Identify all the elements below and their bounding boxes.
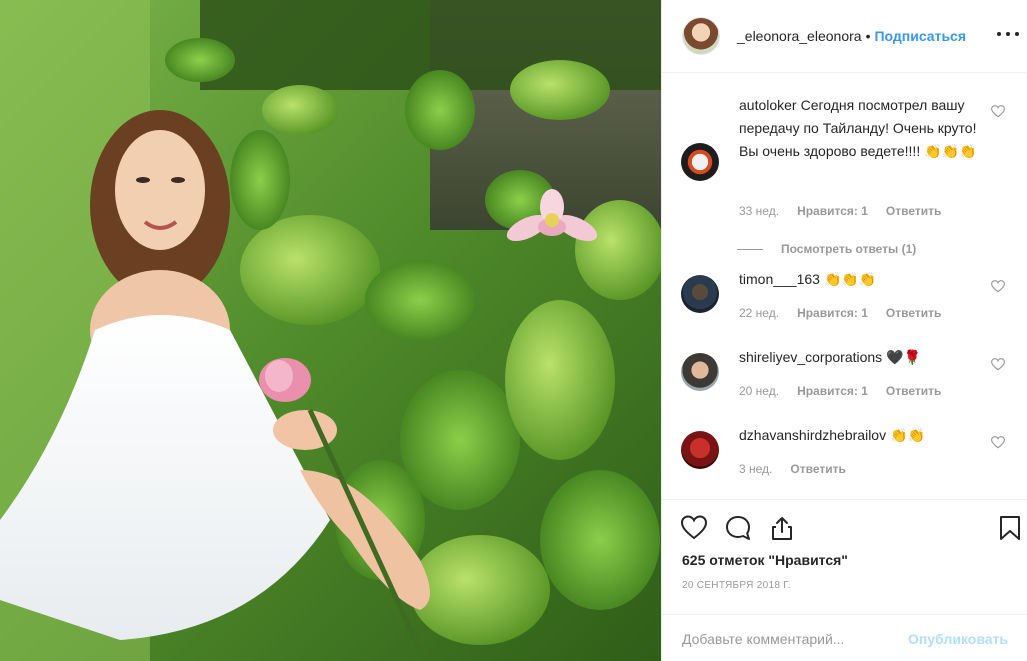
bookmark-icon[interactable] [996, 514, 1024, 542]
add-comment-bar: Опубликовать [662, 614, 1027, 661]
post-header: _eleonora_eleonora • Подписаться [662, 0, 1027, 73]
comments-list: autoloker Сегодня посмотрел вашу передачу… [662, 74, 1027, 499]
post-photo[interactable] [0, 0, 661, 661]
comment-likes-count[interactable]: Нравится: 1 [797, 384, 868, 398]
comment-text: 🖤🌹 [886, 349, 922, 365]
commenter-username[interactable]: timon___163 [739, 271, 820, 287]
follow-button[interactable]: Подписаться [874, 28, 966, 44]
reply-button[interactable]: Ответить [790, 462, 845, 476]
comment-like-heart-icon[interactable] [991, 358, 1005, 371]
comment-meta: 22 нед. Нравится: 1 Ответить [739, 306, 959, 320]
comment-age[interactable]: 20 нед. [739, 384, 779, 398]
comment-age[interactable]: 3 нед. [739, 462, 772, 476]
replies-divider [737, 248, 763, 250]
comment-age[interactable]: 33 нед. [739, 204, 779, 218]
comment-bubble-icon[interactable] [724, 514, 752, 542]
commenter-username[interactable]: autoloker [739, 97, 797, 113]
author-username[interactable]: _eleonora_eleonora [737, 28, 862, 44]
likes-count[interactable]: 625 отметок "Нравится" [682, 552, 848, 568]
post-panel: _eleonora_eleonora • Подписаться autolok… [661, 0, 1027, 661]
author-avatar[interactable] [682, 17, 720, 55]
comment-meta: 20 нед. Нравится: 1 Ответить [739, 384, 959, 398]
comment-input[interactable] [682, 630, 909, 647]
comment-likes-count[interactable]: Нравится: 1 [797, 306, 868, 320]
view-replies-label: Посмотреть ответы (1) [781, 242, 917, 256]
comment-meta: 3 нед. Ответить [739, 462, 864, 476]
comment-item: dzhavanshirdzhebrailov 👏👏 3 нед. Ответить [662, 420, 1027, 490]
comment-body: shireliyev_corporations 🖤🌹 [739, 346, 989, 369]
commenter-username[interactable]: dzhavanshirdzhebrailov [739, 427, 886, 443]
commenter-username[interactable]: shireliyev_corporations [739, 349, 882, 365]
post-date[interactable]: 20 СЕНТЯБРЯ 2018 Г. [682, 580, 791, 591]
commenter-avatar[interactable] [681, 431, 719, 469]
header-separator: • [865, 28, 871, 44]
publish-button[interactable]: Опубликовать [908, 631, 1008, 647]
comment-like-heart-icon[interactable] [991, 105, 1005, 118]
comment-text: 👏👏👏 [823, 271, 877, 287]
comment-text: 👏👏 [890, 427, 925, 443]
heart-icon[interactable] [680, 514, 708, 542]
comment-item: autoloker Сегодня посмотрел вашу передачу… [662, 88, 1027, 288]
comment-like-heart-icon[interactable] [991, 436, 1005, 449]
comment-body: timon___163 👏👏👏 [739, 268, 989, 291]
view-replies-button[interactable]: Посмотреть ответы (1) [737, 242, 916, 256]
comment-like-heart-icon[interactable] [991, 280, 1005, 293]
comment-likes-count[interactable]: Нравится: 1 [797, 204, 868, 218]
share-icon[interactable] [768, 514, 796, 542]
comment-item: timon___163 👏👏👏 22 нед. Нравится: 1 Ответ… [662, 264, 1027, 334]
comment-item: shireliyev_corporations 🖤🌹 20 нед. Нравит… [662, 342, 1027, 412]
commenter-avatar[interactable] [681, 143, 719, 181]
commenter-avatar[interactable] [681, 353, 719, 391]
comment-body: dzhavanshirdzhebrailov 👏👏 [739, 424, 989, 447]
comment-meta: 33 нед. Нравится: 1 Ответить [739, 204, 959, 218]
comment-body: autoloker Сегодня посмотрел вашу передачу… [739, 94, 989, 163]
reply-button[interactable]: Ответить [886, 384, 941, 398]
comment-age[interactable]: 22 нед. [739, 306, 779, 320]
reply-button[interactable]: Ответить [886, 306, 941, 320]
post-actions: 625 отметок "Нравится" 20 СЕНТЯБРЯ 2018 … [662, 499, 1027, 661]
commenter-avatar[interactable] [681, 275, 719, 313]
more-dots-icon[interactable] [997, 24, 1019, 44]
reply-button[interactable]: Ответить [886, 204, 941, 218]
